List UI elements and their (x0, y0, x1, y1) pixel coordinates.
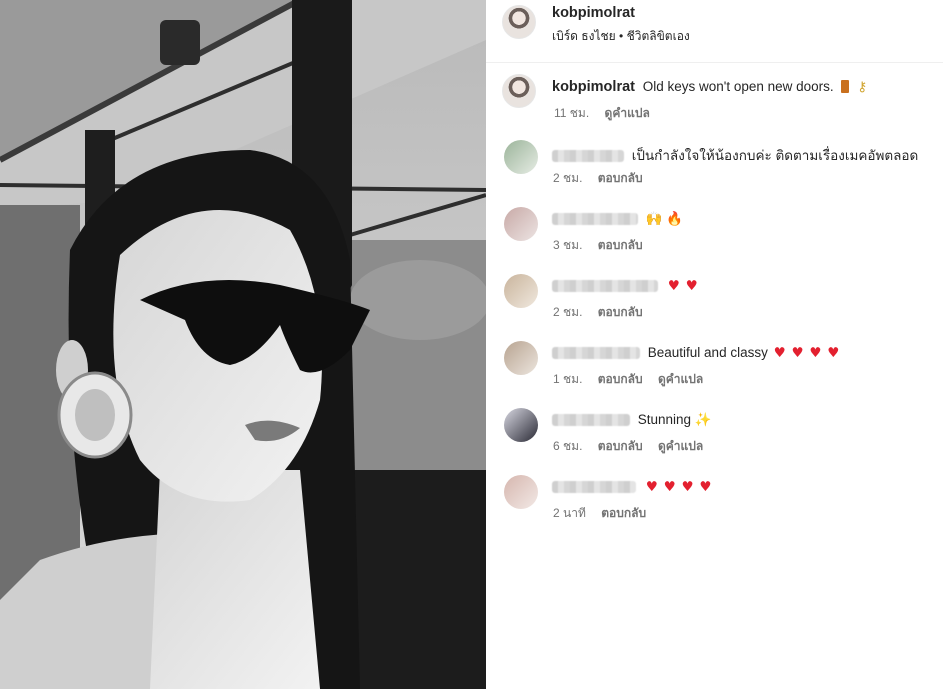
comment-meta: 3 ชม. ตอบกลับ (553, 236, 655, 255)
comment-time[interactable]: 3 ชม. (553, 238, 582, 252)
commenter-handle-blurred[interactable] (552, 150, 624, 163)
translate-link[interactable]: ดูคำแปล (658, 439, 703, 453)
caption-avatar[interactable] (502, 74, 536, 108)
heart-icon: ♥ (827, 345, 840, 361)
comment-item: เป็นกำลังใจให้น้องกบค่ะ ติดตามเรื่องเมคอ… (486, 140, 943, 198)
comment-time[interactable]: 2 นาที (553, 506, 586, 520)
comment-body: Beautiful and classy (647, 345, 768, 360)
audio-artist[interactable]: เบิร์ด ธงไชย (552, 29, 616, 43)
comment-item: Beautiful and classy ♥ ♥ ♥ ♥ 1 ชม. ตอบกล… (486, 341, 943, 399)
comment-meta: 6 ชม. ตอบกลับ ดูคำแปล (553, 437, 715, 456)
caption-handle[interactable]: kobpimolrat (552, 79, 635, 95)
heart-icon: ♥ (791, 345, 804, 361)
caption-meta: 11 ชม. ดูคำแปล (554, 104, 662, 123)
comment-meta: 2 ชม. ตอบกลับ (553, 303, 655, 322)
reply-link[interactable]: ตอบกลับ (598, 372, 643, 386)
post-header: kobpimolrat เบิร์ด ธงไชย • ชีวิตลิขิตเอง (486, 0, 943, 63)
comment-time[interactable]: 2 ชม. (553, 305, 582, 319)
caption-text: Old keys won't open new doors. (642, 79, 834, 94)
comment-item: 🙌 🔥 3 ชม. ตอบกลับ (486, 207, 943, 265)
heart-icon: ♥ (699, 479, 712, 495)
audio-track[interactable]: ชีวิตลิขิตเอง (627, 29, 690, 43)
comment-item: ♥ ♥ 2 ชม. ตอบกลับ (486, 274, 943, 332)
heart-icon: ♥ (663, 479, 676, 495)
key-icon: ⚷ (857, 79, 868, 95)
reply-link[interactable]: ตอบกลับ (598, 305, 643, 319)
post-photo[interactable] (0, 0, 486, 689)
commenter-handle-blurred[interactable] (552, 280, 658, 293)
raising-hands-icon: 🙌 (645, 211, 663, 227)
comment-time[interactable]: 6 ชม. (553, 439, 582, 453)
caption-time[interactable]: 11 ชม. (554, 106, 589, 120)
comment-body: Stunning (637, 412, 692, 427)
heart-icon: ♥ (773, 345, 786, 361)
comment-time[interactable]: 1 ชม. (553, 372, 582, 386)
caption-line: kobpimolrat Old keys won't open new door… (552, 79, 867, 95)
door-icon (841, 80, 850, 93)
reply-link[interactable]: ตอบกลับ (598, 439, 643, 453)
comment-text: ♥ ♥ (552, 278, 698, 294)
reply-link[interactable]: ตอบกลับ (598, 238, 643, 252)
commenter-avatar[interactable] (504, 274, 538, 308)
heart-icon: ♥ (667, 278, 680, 294)
comment-body: เป็นกำลังใจให้น้องกบค่ะ ติดตามเรื่องเมคอ… (631, 148, 919, 163)
comment-meta: 2 นาที ตอบกลับ (553, 504, 658, 523)
sparkles-icon: ✨ (694, 412, 712, 428)
comment-text: Stunning ✨ (552, 412, 712, 428)
subline-separator: • (619, 29, 624, 43)
comment-item: Stunning ✨ 6 ชม. ตอบกลับ ดูคำแปล (486, 408, 943, 466)
comment-text: 🙌 🔥 (552, 211, 683, 227)
post-details-panel: kobpimolrat เบิร์ด ธงไชย • ชีวิตลิขิตเอง… (486, 0, 943, 689)
comment-meta: 2 ชม. ตอบกลับ (553, 169, 655, 188)
commenter-handle-blurred[interactable] (552, 213, 638, 226)
commenter-handle-blurred[interactable] (552, 481, 636, 494)
heart-icon: ♥ (645, 479, 658, 495)
heart-icon: ♥ (681, 479, 694, 495)
comment-text: Beautiful and classy ♥ ♥ ♥ ♥ (552, 345, 839, 361)
commenter-avatar[interactable] (504, 475, 538, 509)
comment-time[interactable]: 2 ชม. (553, 171, 582, 185)
commenter-avatar[interactable] (504, 341, 538, 375)
author-avatar[interactable] (502, 5, 536, 39)
comment-item: ♥ ♥ ♥ ♥ 2 นาที ตอบกลับ (486, 475, 943, 533)
comment-text: ♥ ♥ ♥ ♥ (552, 479, 712, 495)
post-image (0, 0, 486, 689)
caption-translate-link[interactable]: ดูคำแปล (605, 106, 650, 120)
commenter-handle-blurred[interactable] (552, 347, 640, 360)
reply-link[interactable]: ตอบกลับ (598, 171, 643, 185)
heart-icon: ♥ (685, 278, 698, 294)
fire-icon: 🔥 (666, 211, 684, 227)
author-handle[interactable]: kobpimolrat (552, 5, 635, 21)
commenter-handle-blurred[interactable] (552, 414, 630, 427)
commenter-avatar[interactable] (504, 207, 538, 241)
comment-text: เป็นกำลังใจให้น้องกบค่ะ ติดตามเรื่องเมคอ… (552, 144, 918, 166)
heart-icon: ♥ (809, 345, 822, 361)
commenter-avatar[interactable] (504, 140, 538, 174)
translate-link[interactable]: ดูคำแปล (658, 372, 703, 386)
reply-link[interactable]: ตอบกลับ (601, 506, 646, 520)
comment-meta: 1 ชม. ตอบกลับ ดูคำแปล (553, 370, 715, 389)
commenter-avatar[interactable] (504, 408, 538, 442)
post-audio-subline[interactable]: เบิร์ด ธงไชย • ชีวิตลิขิตเอง (552, 27, 690, 46)
